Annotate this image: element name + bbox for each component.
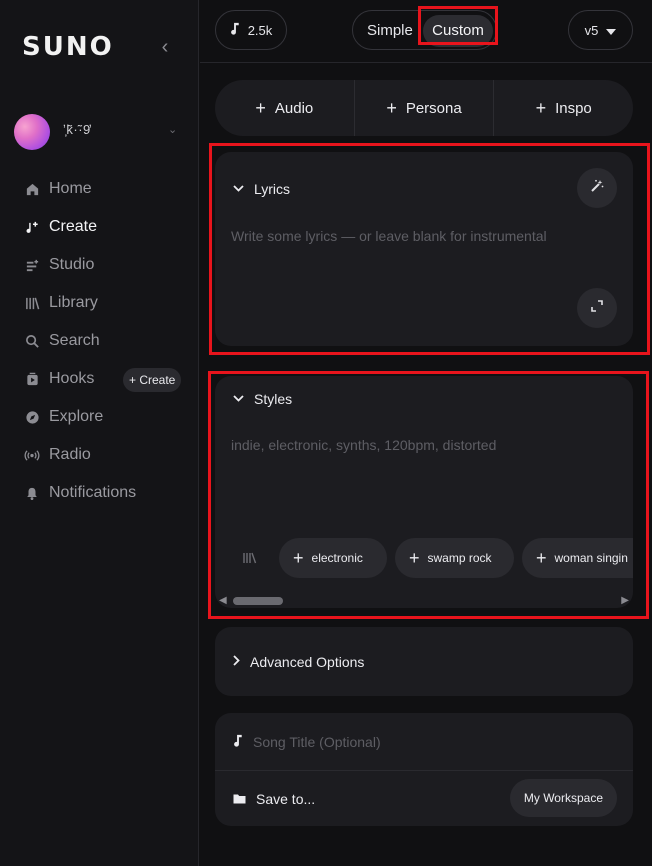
advanced-options-header[interactable]: Advanced Options xyxy=(233,654,364,670)
credits-button[interactable]: 2.5k xyxy=(215,10,287,50)
chevron-down-icon[interactable]: ⌄ xyxy=(168,123,177,136)
sidebar-item-home[interactable]: Home xyxy=(0,170,199,208)
sidebar-item-studio[interactable]: Studio xyxy=(0,246,199,284)
library-icon xyxy=(24,295,40,311)
sidebar-item-label: Notifications xyxy=(49,484,137,501)
add-inspo-label: Inspo xyxy=(555,99,592,117)
music-note-icon xyxy=(230,22,240,38)
sidebar-item-label: Explore xyxy=(49,408,104,425)
bell-icon xyxy=(24,485,40,501)
home-icon xyxy=(24,181,40,197)
custom-tab-highlight xyxy=(418,6,498,45)
song-title-input[interactable]: Song Title (Optional) xyxy=(253,734,381,750)
collapse-sidebar-icon[interactable]: ‹ xyxy=(156,36,174,58)
sidebar-item-create[interactable]: Create xyxy=(0,208,199,246)
plus-icon: + xyxy=(255,97,266,118)
save-to-row[interactable]: Save to... xyxy=(233,791,315,807)
sidebar-item-label: Library xyxy=(49,294,98,311)
hooks-icon xyxy=(24,371,40,387)
styles-highlight xyxy=(208,371,649,619)
add-persona-label: Persona xyxy=(405,99,462,117)
plus-icon: + xyxy=(535,97,547,118)
sidebar-item-hooks[interactable]: Hooks + Create xyxy=(0,360,199,398)
song-title-row[interactable]: Song Title (Optional) xyxy=(233,734,381,750)
sidebar-item-radio[interactable]: Radio xyxy=(0,436,199,474)
add-source-row: + Audio + Persona + Inspo xyxy=(215,80,633,136)
folder-icon xyxy=(233,791,246,807)
studio-icon xyxy=(24,257,40,273)
sidebar-nav: Home Create Studio Library Search Hooks … xyxy=(0,170,199,512)
sidebar-item-label: Hooks xyxy=(49,370,95,387)
sidebar-item-library[interactable]: Library xyxy=(0,284,199,322)
add-audio-label: Audio xyxy=(274,99,314,117)
hooks-create-button[interactable]: + Create xyxy=(123,368,182,392)
avatar[interactable] xyxy=(14,114,50,150)
username[interactable]: ʼ̦k̃·̃·9̓ xyxy=(63,122,91,137)
sidebar: SUNO ‹ ʼ̦k̃·̃·9̓ ⌄ Home Create Studio Li… xyxy=(0,0,199,866)
sidebar-item-search[interactable]: Search xyxy=(0,322,199,360)
music-note-icon xyxy=(233,734,243,750)
suno-logo[interactable]: SUNO xyxy=(22,32,114,62)
create-panel: 2.5k Simple Custom v5 + Audio + Persona … xyxy=(200,0,652,866)
credits-count: 2.5k xyxy=(247,22,273,38)
sidebar-item-notifications[interactable]: Notifications xyxy=(0,474,199,512)
sidebar-item-label: Create xyxy=(49,218,98,235)
explore-icon xyxy=(24,409,40,425)
add-audio-button[interactable]: + Audio xyxy=(215,80,355,136)
radio-icon xyxy=(24,447,40,463)
mode-simple-tab[interactable]: Simple xyxy=(367,22,413,39)
sidebar-item-label: Radio xyxy=(49,446,91,463)
my-workspace-button[interactable]: My Workspace xyxy=(509,779,617,817)
chevron-right-icon xyxy=(233,655,240,669)
add-inspo-button[interactable]: + Inspo xyxy=(494,80,633,136)
create-icon xyxy=(24,219,40,235)
plus-icon: + xyxy=(386,97,397,118)
search-icon xyxy=(24,333,40,349)
add-persona-button[interactable]: + Persona xyxy=(355,80,495,136)
sidebar-item-label: Studio xyxy=(49,256,95,273)
version-select[interactable]: v5 xyxy=(568,10,633,50)
advanced-options-title: Advanced Options xyxy=(250,654,365,670)
version-label: v5 xyxy=(584,22,599,38)
sidebar-item-label: Search xyxy=(49,332,100,349)
lyrics-highlight xyxy=(209,143,650,355)
song-details-card: Song Title (Optional) Save to... My Work… xyxy=(215,713,633,826)
advanced-options-card[interactable]: Advanced Options xyxy=(215,627,633,696)
sidebar-item-label: Home xyxy=(49,180,92,197)
sidebar-item-explore[interactable]: Explore xyxy=(0,398,199,436)
caret-down-icon xyxy=(606,23,617,38)
divider xyxy=(215,770,633,771)
save-to-label: Save to... xyxy=(256,791,316,807)
